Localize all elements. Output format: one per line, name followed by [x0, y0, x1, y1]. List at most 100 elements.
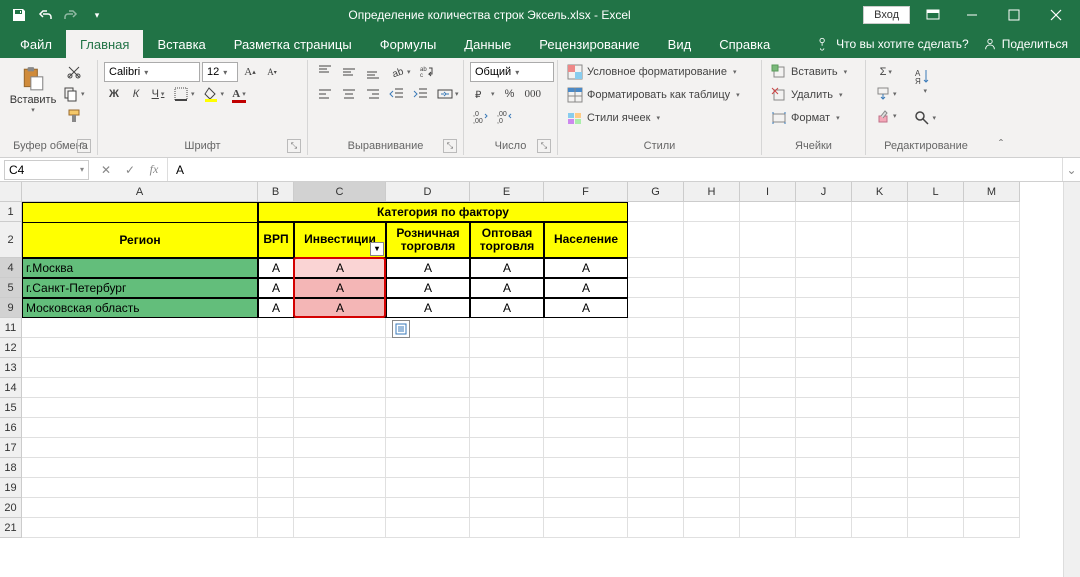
cell-F11[interactable] — [544, 318, 628, 338]
cell-J11[interactable] — [796, 318, 852, 338]
cell-I18[interactable] — [740, 458, 796, 478]
cell-L4[interactable] — [908, 258, 964, 278]
cell-J14[interactable] — [796, 378, 852, 398]
cell-C21[interactable] — [294, 518, 386, 538]
cell-G19[interactable] — [628, 478, 684, 498]
tab-layout[interactable]: Разметка страницы — [220, 30, 366, 58]
cell-I21[interactable] — [740, 518, 796, 538]
cell-I17[interactable] — [740, 438, 796, 458]
cell-M21[interactable] — [964, 518, 1020, 538]
cell-C18[interactable] — [294, 458, 386, 478]
row-header-15[interactable]: 15 — [0, 398, 22, 418]
cell-C17[interactable] — [294, 438, 386, 458]
cell-E20[interactable] — [470, 498, 544, 518]
filter-icon[interactable]: ▾ — [370, 242, 384, 256]
cell-F16[interactable] — [544, 418, 628, 438]
clear-button[interactable] — [872, 106, 900, 126]
cell-I15[interactable] — [740, 398, 796, 418]
cell-B16[interactable] — [258, 418, 294, 438]
decrease-font-button[interactable]: A▾ — [262, 62, 282, 82]
cell-E2[interactable]: Оптовая торговля — [470, 222, 544, 258]
cell-B20[interactable] — [258, 498, 294, 518]
expand-formula-bar-button[interactable]: ⌄ — [1062, 158, 1080, 181]
cell-grid[interactable]: Категория по факторуРегионВРПИнвестиции▾… — [22, 202, 1020, 538]
fill-color-button[interactable] — [200, 84, 228, 104]
cell-M18[interactable] — [964, 458, 1020, 478]
cell-A16[interactable] — [22, 418, 258, 438]
cell-H17[interactable] — [684, 438, 740, 458]
cell-I5[interactable] — [740, 278, 796, 298]
cell-M17[interactable] — [964, 438, 1020, 458]
tab-insert[interactable]: Вставка — [143, 30, 219, 58]
cell-J1[interactable] — [796, 202, 852, 222]
cell-A1[interactable] — [22, 202, 258, 222]
collapse-ribbon-button[interactable]: ˆ — [986, 60, 1016, 155]
cell-F13[interactable] — [544, 358, 628, 378]
increase-font-button[interactable]: A▴ — [240, 62, 260, 82]
column-header-C[interactable]: C — [294, 182, 386, 202]
cell-H11[interactable] — [684, 318, 740, 338]
cell-A18[interactable] — [22, 458, 258, 478]
column-header-J[interactable]: J — [796, 182, 852, 202]
cell-E16[interactable] — [470, 418, 544, 438]
sort-filter-button[interactable]: АЯ — [910, 62, 940, 100]
cell-L21[interactable] — [908, 518, 964, 538]
tab-data[interactable]: Данные — [450, 30, 525, 58]
enter-formula-button[interactable]: ✓ — [119, 160, 141, 180]
autosum-button[interactable]: Σ — [872, 62, 900, 82]
cell-H12[interactable] — [684, 338, 740, 358]
row-header-20[interactable]: 20 — [0, 498, 22, 518]
tab-file[interactable]: Файл — [6, 30, 66, 58]
cell-J16[interactable] — [796, 418, 852, 438]
row-header-17[interactable]: 17 — [0, 438, 22, 458]
cell-K21[interactable] — [852, 518, 908, 538]
cell-K16[interactable] — [852, 418, 908, 438]
cell-B17[interactable] — [258, 438, 294, 458]
cell-A21[interactable] — [22, 518, 258, 538]
cell-M14[interactable] — [964, 378, 1020, 398]
cell-M1[interactable] — [964, 202, 1020, 222]
cell-A19[interactable] — [22, 478, 258, 498]
align-bottom-button[interactable] — [362, 62, 384, 82]
cell-A11[interactable] — [22, 318, 258, 338]
cell-B21[interactable] — [258, 518, 294, 538]
cell-J19[interactable] — [796, 478, 852, 498]
cell-C5[interactable]: А — [294, 278, 386, 298]
insert-cells-button[interactable]: Вставить — [768, 62, 850, 82]
cell-F18[interactable] — [544, 458, 628, 478]
cell-D18[interactable] — [386, 458, 470, 478]
cell-M9[interactable] — [964, 298, 1020, 318]
cell-L18[interactable] — [908, 458, 964, 478]
cell-E18[interactable] — [470, 458, 544, 478]
cell-B12[interactable] — [258, 338, 294, 358]
cell-H9[interactable] — [684, 298, 740, 318]
row-header-19[interactable]: 19 — [0, 478, 22, 498]
cell-G2[interactable] — [628, 222, 684, 258]
align-top-button[interactable] — [314, 62, 336, 82]
cell-M2[interactable] — [964, 222, 1020, 258]
formula-input[interactable]: А — [168, 163, 1062, 177]
column-header-K[interactable]: K — [852, 182, 908, 202]
cell-H20[interactable] — [684, 498, 740, 518]
insert-function-button[interactable]: fx — [143, 160, 165, 180]
paste-options-icon[interactable] — [392, 320, 410, 338]
format-painter-button[interactable] — [60, 106, 88, 126]
conditional-formatting-button[interactable]: Условное форматирование — [564, 62, 739, 82]
cell-H16[interactable] — [684, 418, 740, 438]
cell-C9[interactable]: А — [294, 298, 386, 318]
cell-C12[interactable] — [294, 338, 386, 358]
column-header-E[interactable]: E — [470, 182, 544, 202]
cell-C16[interactable] — [294, 418, 386, 438]
cell-I11[interactable] — [740, 318, 796, 338]
cell-A12[interactable] — [22, 338, 258, 358]
column-header-H[interactable]: H — [684, 182, 740, 202]
tab-review[interactable]: Рецензирование — [525, 30, 653, 58]
cell-J21[interactable] — [796, 518, 852, 538]
cell-H18[interactable] — [684, 458, 740, 478]
cell-C20[interactable] — [294, 498, 386, 518]
cell-D17[interactable] — [386, 438, 470, 458]
row-header-16[interactable]: 16 — [0, 418, 22, 438]
cell-K19[interactable] — [852, 478, 908, 498]
cell-M12[interactable] — [964, 338, 1020, 358]
cell-B2[interactable]: ВРП — [258, 222, 294, 258]
